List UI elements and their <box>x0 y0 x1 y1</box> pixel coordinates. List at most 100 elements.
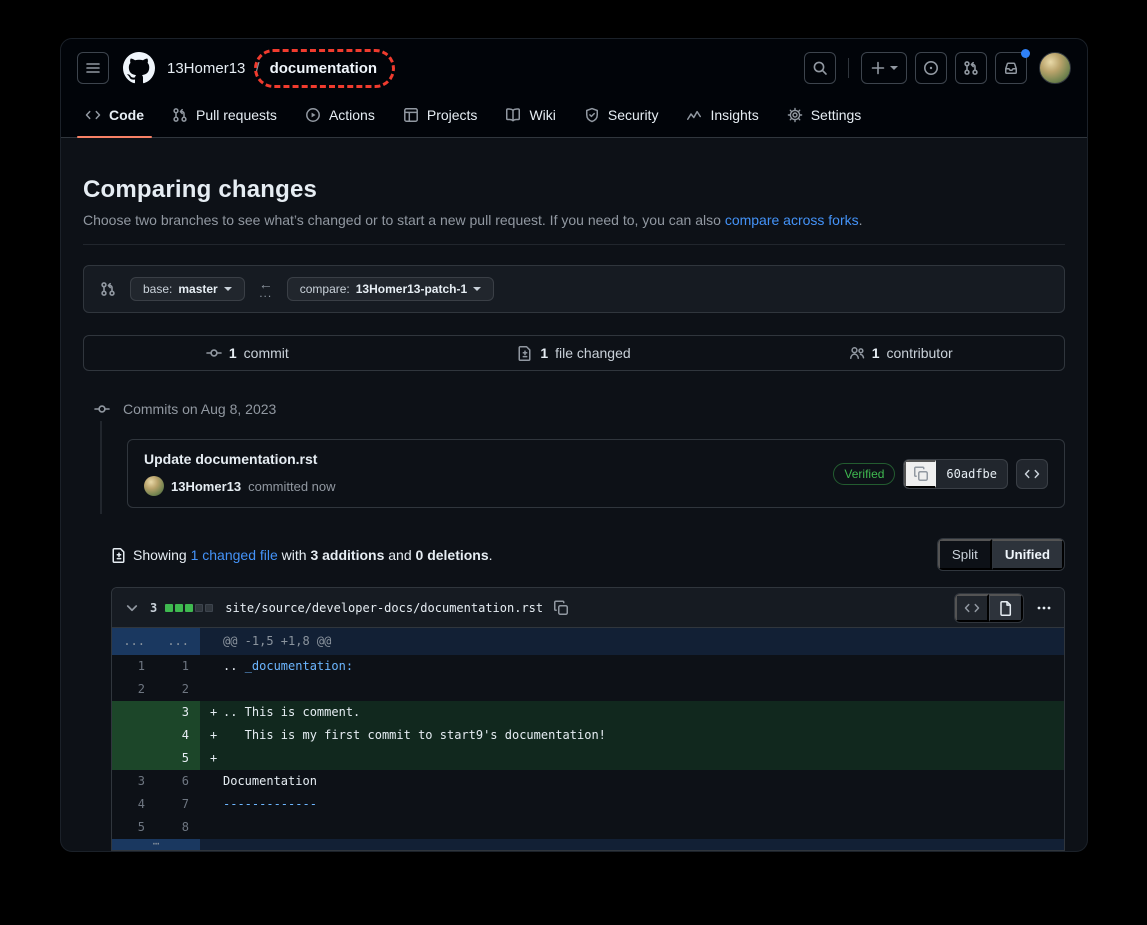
commit-title-link[interactable]: Update documentation.rst <box>144 451 317 467</box>
expand-hunk-button[interactable]: ⋯ <box>112 839 200 850</box>
line-content: ------------- <box>200 793 1064 816</box>
diffstat-square-addition <box>175 604 183 612</box>
tab-label: Security <box>608 107 659 123</box>
compare-across-forks-link[interactable]: compare across forks <box>725 212 859 228</box>
new-line-number: 5 <box>156 747 200 770</box>
line-sign: + <box>210 724 223 747</box>
file-diff-icon <box>111 547 127 563</box>
chevron-down-icon <box>473 287 481 291</box>
tab-settings[interactable]: Settings <box>779 93 870 137</box>
tab-wiki[interactable]: Wiki <box>497 93 563 137</box>
tab-code[interactable]: Code <box>77 93 152 137</box>
tab-actions[interactable]: Actions <box>297 93 383 137</box>
diff-addition-row: 5 + <box>112 747 1064 770</box>
chevron-down-icon <box>890 66 898 70</box>
file-options-button[interactable] <box>1034 596 1054 620</box>
compare-branch-dropdown[interactable]: compare: 13Homer13-patch-1 <box>287 277 494 301</box>
commits-heading: Commits on Aug 8, 2023 <box>83 397 1065 421</box>
issue-opened-icon <box>923 60 939 76</box>
copy-sha-button[interactable] <box>904 460 936 488</box>
base-branch-name: master <box>178 282 217 296</box>
diff-expander-row[interactable]: ⋯ <box>112 839 1064 850</box>
compare-label: compare: <box>300 282 350 296</box>
line-content: +.. This is comment. <box>200 701 1064 724</box>
commit-meta-text: committed now <box>248 479 335 494</box>
deletions-count: 0 deletions <box>416 547 489 563</box>
source-view-button[interactable] <box>955 594 989 622</box>
hunk-text: @@ -1,5 +1,8 @@ <box>223 634 331 648</box>
file-path-link[interactable]: site/source/developer-docs/documentation… <box>225 601 543 615</box>
tab-label: Insights <box>710 107 758 123</box>
tab-projects[interactable]: Projects <box>395 93 486 137</box>
hamburger-icon <box>85 60 101 76</box>
user-avatar[interactable] <box>1039 52 1071 84</box>
range-dots: ... <box>259 289 272 298</box>
pull-requests-button[interactable] <box>955 52 987 84</box>
copy-path-button[interactable] <box>551 598 571 618</box>
range-indicator: ← ... <box>259 280 273 298</box>
hamburger-menu-button[interactable] <box>77 52 109 84</box>
browse-code-button[interactable] <box>1016 459 1048 489</box>
stat-contributors[interactable]: 1 contributor <box>737 345 1064 361</box>
tab-insights[interactable]: Insights <box>678 93 766 137</box>
stat-files-changed[interactable]: 1 file changed <box>411 345 738 361</box>
commit-author-avatar[interactable] <box>144 476 164 496</box>
play-circle-icon <box>305 107 321 123</box>
github-window: 13Homer13 / documentation <box>60 38 1088 852</box>
tab-pull-requests[interactable]: Pull requests <box>164 93 285 137</box>
breadcrumb-repo-link[interactable]: documentation <box>270 60 378 77</box>
notification-dot <box>1021 49 1030 58</box>
file-change-count: 3 <box>150 601 157 615</box>
chevron-down-icon <box>224 287 232 291</box>
issues-button[interactable] <box>915 52 947 84</box>
rich-view-button[interactable] <box>989 594 1023 622</box>
graph-icon <box>686 107 702 123</box>
verified-badge[interactable]: Verified <box>833 463 895 485</box>
expander-fill <box>200 839 1064 850</box>
old-line-number[interactable]: ... <box>112 628 156 655</box>
stat-commits[interactable]: 1 commit <box>84 345 411 361</box>
base-branch-dropdown[interactable]: base: master <box>130 277 245 301</box>
split-view-button[interactable]: Split <box>938 539 992 570</box>
new-line-number: 3 <box>156 701 200 724</box>
commit-author-link[interactable]: 13Homer13 <box>171 479 241 494</box>
subtitle-text: Choose two branches to see what’s change… <box>83 212 725 228</box>
new-line-number: 7 <box>156 793 200 816</box>
divider <box>83 244 1065 245</box>
inbox-wrap <box>995 52 1027 84</box>
github-logo[interactable] <box>123 52 155 84</box>
breadcrumb-owner-link[interactable]: 13Homer13 <box>167 60 245 77</box>
breadcrumb-separator: / <box>255 60 259 77</box>
line-text: Documentation <box>223 774 317 788</box>
inbox-icon <box>1003 60 1019 76</box>
diff-addition-row: 3 +.. This is comment. <box>112 701 1064 724</box>
main-content: Comparing changes Choose two branches to… <box>61 138 1087 851</box>
search-button[interactable] <box>804 52 836 84</box>
diff-hunk-row[interactable]: ... ... @@ -1,5 +1,8 @@ <box>112 628 1064 655</box>
summary-mid1: with <box>278 547 311 563</box>
old-line-number <box>112 747 156 770</box>
commit-sha-group: 60adfbe <box>903 459 1008 489</box>
diff-view-segments <box>954 593 1024 623</box>
new-line-number: 6 <box>156 770 200 793</box>
gear-icon <box>787 107 803 123</box>
collapse-file-button[interactable] <box>122 598 142 618</box>
tab-security[interactable]: Security <box>576 93 667 137</box>
summary-period: . <box>489 547 493 563</box>
compare-branch-name: 13Homer13-patch-1 <box>356 282 467 296</box>
old-line-number: 5 <box>112 816 156 839</box>
changed-file-link[interactable]: 1 changed file <box>191 547 278 563</box>
commit-sha-link[interactable]: 60adfbe <box>936 460 1007 488</box>
commit-info: Update documentation.rst 13Homer13 commi… <box>144 451 336 496</box>
kebab-horizontal-icon <box>1036 600 1052 616</box>
tab-label: Actions <box>329 107 375 123</box>
copy-icon <box>913 466 929 482</box>
create-new-button[interactable] <box>861 52 907 84</box>
unified-view-button[interactable]: Unified <box>992 539 1064 570</box>
diffstat-squares <box>165 604 213 612</box>
code-icon <box>964 600 980 616</box>
old-line-number <box>112 724 156 747</box>
diffstat-square-neutral <box>195 604 203 612</box>
new-line-number[interactable]: ... <box>156 628 200 655</box>
line-text-accent: _documentation: <box>245 659 353 673</box>
